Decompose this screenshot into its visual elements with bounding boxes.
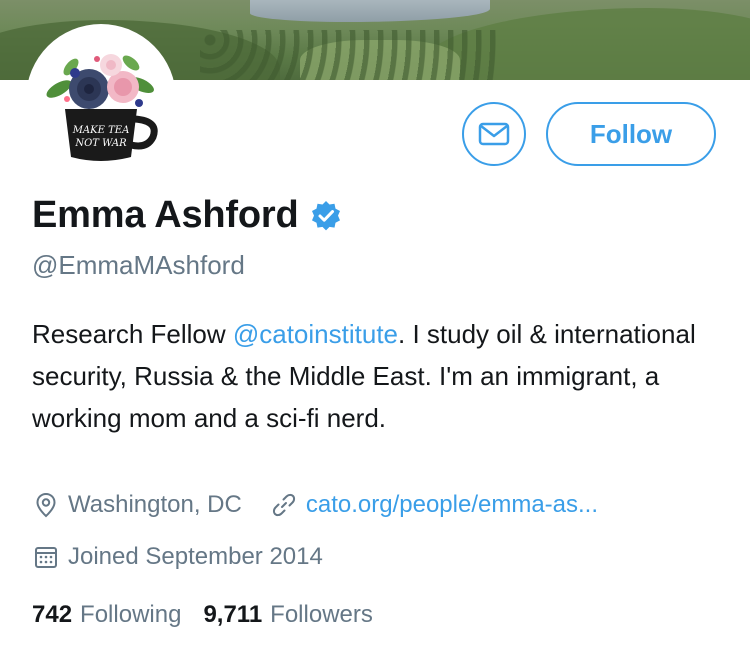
envelope-icon: [478, 122, 510, 146]
followers-label: Followers: [270, 601, 373, 628]
banner-trees: [200, 30, 500, 80]
calendar-icon: [32, 543, 60, 571]
banner-lake: [250, 0, 490, 22]
tea-cup-flowers-image: MAKE TEA NOT WAR: [46, 54, 158, 161]
location-text: Washington, DC: [68, 491, 242, 518]
bio-text: Research Fellow: [32, 319, 233, 349]
profile-bio: Research Fellow @catoinstitute. I study …: [32, 313, 722, 439]
user-handle: @EmmaMAshford: [32, 250, 245, 280]
message-button[interactable]: [462, 102, 526, 166]
following-stat[interactable]: 742 Following: [32, 601, 181, 629]
avatar[interactable]: MAKE TEA NOT WAR: [26, 24, 176, 174]
link-icon: [270, 491, 298, 519]
following-label: Following: [80, 601, 182, 628]
location-pin-icon: [32, 491, 60, 519]
followers-stat[interactable]: 9,711 Followers: [203, 601, 372, 629]
following-count: 742: [32, 601, 73, 628]
name-row: Emma Ashford: [32, 194, 342, 237]
follow-button[interactable]: Follow: [546, 102, 716, 166]
avatar-text-line1: MAKE TEA: [72, 125, 130, 136]
avatar-image: MAKE TEA NOT WAR: [31, 29, 171, 169]
profile-meta: Washington, DC cato.org/people/emma-as..…: [32, 491, 598, 519]
bio-mention-link[interactable]: @catoinstitute: [233, 319, 398, 349]
avatar-text-line2: NOT WAR: [74, 138, 127, 149]
joined-date: Joined September 2014: [32, 543, 323, 571]
joined-text: Joined September 2014: [68, 543, 323, 570]
verified-badge-icon: [312, 200, 341, 230]
display-name: Emma Ashford: [32, 194, 299, 236]
website-link[interactable]: cato.org/people/emma-as...: [306, 491, 598, 519]
followers-count: 9,711: [203, 601, 263, 628]
follow-stats: 742 Following 9,711 Followers: [32, 601, 395, 629]
